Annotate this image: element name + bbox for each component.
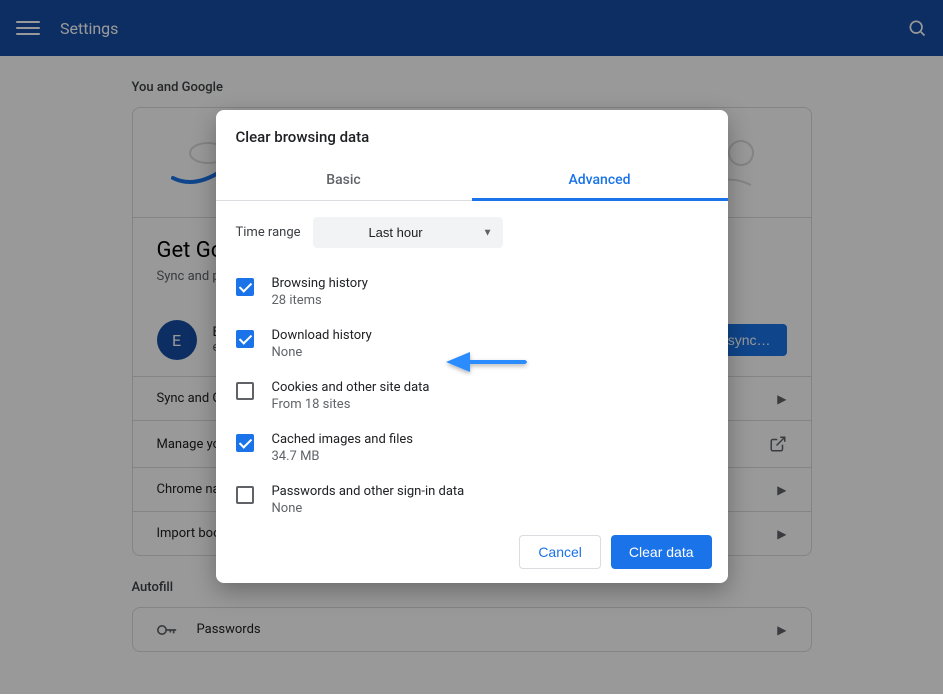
check-item-0: Browsing history 28 items (236, 266, 708, 318)
check-sublabel: 34.7 MB (272, 449, 413, 464)
time-range-select[interactable]: Last hour (313, 217, 503, 248)
cancel-button[interactable]: Cancel (519, 535, 601, 569)
check-label: Browsing history (272, 276, 368, 291)
check-sublabel: None (272, 345, 372, 360)
check-label: Cookies and other site data (272, 380, 430, 395)
check-item-3: Cached images and files 34.7 MB (236, 422, 708, 474)
checkbox[interactable] (236, 486, 254, 504)
checkbox[interactable] (236, 330, 254, 348)
dialog-tabs: Basic Advanced (216, 160, 728, 201)
checkbox[interactable] (236, 278, 254, 296)
check-sublabel: None (272, 501, 465, 516)
check-label: Download history (272, 328, 372, 343)
tab-basic[interactable]: Basic (216, 160, 472, 200)
check-sublabel: From 18 sites (272, 397, 430, 412)
clear-data-button[interactable]: Clear data (611, 535, 712, 569)
check-item-2: Cookies and other site data From 18 sites (236, 370, 708, 422)
check-item-1: Download history None (236, 318, 708, 370)
check-label: Passwords and other sign-in data (272, 484, 465, 499)
dialog-body: Time range Last hour ▼ Browsing history2… (216, 201, 728, 521)
dialog-title: Clear browsing data (216, 110, 728, 146)
check-label: Cached images and files (272, 432, 413, 447)
check-item-4: Passwords and other sign-in data None (236, 474, 708, 521)
modal-overlay: Clear browsing data Basic Advanced Time … (0, 0, 943, 694)
time-range-label: Time range (236, 225, 301, 240)
checkbox[interactable] (236, 434, 254, 452)
checkbox[interactable] (236, 382, 254, 400)
clear-browsing-data-dialog: Clear browsing data Basic Advanced Time … (216, 110, 728, 583)
check-sublabel: 28 items (272, 293, 368, 308)
tab-advanced[interactable]: Advanced (472, 160, 728, 201)
